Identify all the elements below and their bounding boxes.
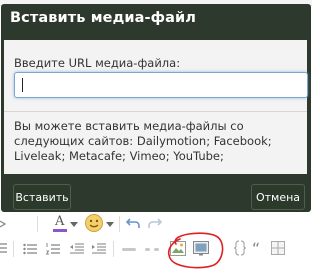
dialog-body: Введите URL медиа-файла: Вы можете встав…	[4, 40, 308, 174]
editor-toolbar-row2: “	[0, 238, 312, 262]
toolbar-separator	[37, 216, 38, 232]
indent-icon[interactable]	[0, 216, 8, 232]
dialog-title: Вставить медиа-файл	[10, 10, 197, 26]
url-input[interactable]	[14, 72, 308, 98]
supported-sites-text: Вы можете вставить медиа-файлы со следую…	[14, 119, 272, 163]
insert-media-dialog: Вставить медиа-файл Введите URL медиа-фа…	[1, 4, 311, 212]
redo-icon[interactable]	[147, 215, 163, 231]
toolbar-separator	[113, 241, 114, 257]
font-color-letter: A	[55, 214, 65, 229]
insert-button[interactable]: Вставить	[13, 184, 71, 210]
divider	[4, 111, 307, 112]
red-annotation-circle	[167, 232, 224, 269]
table-icon[interactable]	[271, 240, 285, 256]
text-caret	[22, 78, 23, 92]
quote-icon[interactable]: “	[250, 239, 262, 258]
bullet-list-icon[interactable]	[23, 241, 37, 257]
editor-toolbar-row1: A	[0, 212, 312, 236]
align-icon[interactable]	[0, 241, 7, 257]
indent-icon[interactable]	[92, 241, 106, 257]
cancel-button[interactable]: Отмена	[251, 184, 305, 210]
unlink-icon[interactable]	[145, 241, 159, 257]
numbered-list-icon[interactable]	[46, 241, 60, 257]
font-color-swatch	[53, 229, 67, 232]
smiley-icon[interactable]	[84, 213, 104, 233]
link-icon[interactable]	[122, 241, 136, 257]
chevron-down-icon[interactable]	[106, 217, 114, 233]
outdent-icon[interactable]	[70, 241, 84, 257]
toolbar-separator	[13, 241, 14, 257]
code-icon[interactable]	[234, 240, 246, 256]
font-color-icon[interactable]: A	[52, 214, 68, 233]
url-label: Введите URL медиа-файла:	[14, 56, 181, 70]
chevron-down-icon[interactable]	[70, 217, 78, 233]
undo-icon[interactable]	[125, 215, 141, 231]
toolbar-separator	[119, 216, 120, 232]
